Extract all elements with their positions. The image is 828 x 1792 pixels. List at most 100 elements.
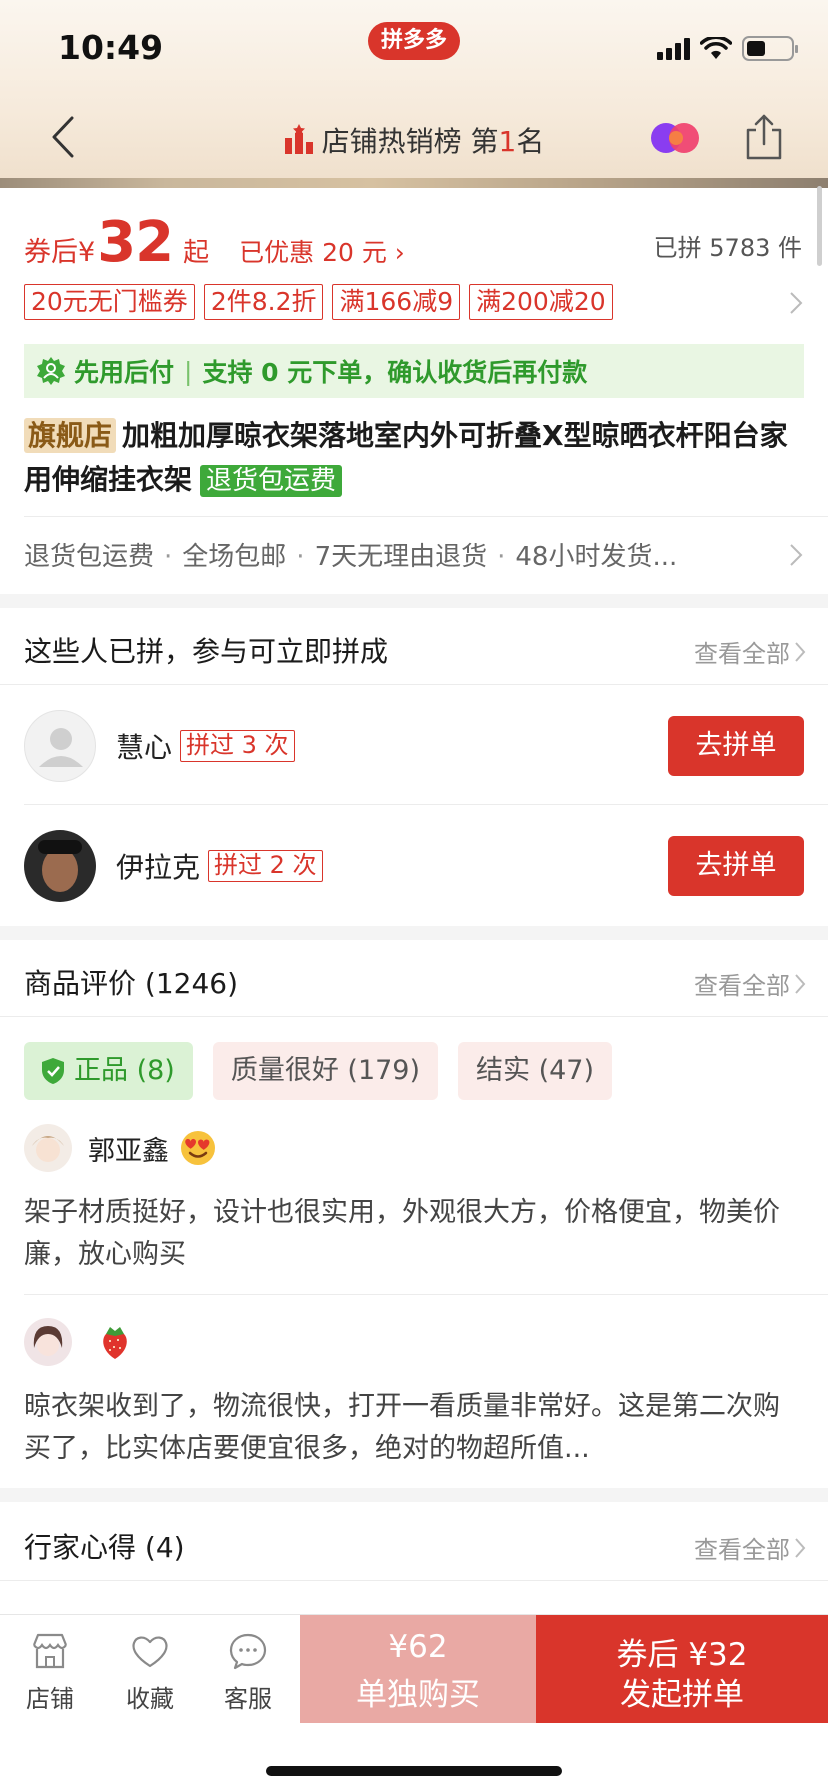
divider — [0, 1016, 828, 1017]
chevron-right-icon — [795, 1537, 806, 1558]
ranking-icon — [284, 124, 313, 154]
avatar — [24, 830, 96, 902]
avatar — [24, 1124, 72, 1172]
shop-button[interactable]: 店铺 — [2, 1615, 98, 1723]
reviewer — [24, 1318, 132, 1366]
review-tag[interactable]: 结实 (47) — [458, 1042, 613, 1100]
member-name: 慧心 — [116, 731, 173, 764]
divider — [0, 684, 828, 685]
strawberry-emoji-icon — [103, 1327, 127, 1359]
section-gap — [0, 594, 828, 608]
store-ranking-title[interactable]: 店铺热销榜 第1名 — [0, 120, 828, 160]
app-badge: 拼多多 — [368, 22, 460, 60]
member-times-badge: 拼过 3 次 — [180, 730, 295, 762]
ranking-prefix: 店铺热销榜 第 — [321, 125, 499, 158]
review-tag-genuine[interactable]: 正品 (8) — [24, 1042, 193, 1100]
service-guarantees[interactable]: 退货包运费 · 全场包邮 · 7天无理由退货 · 48小时发货... — [24, 536, 677, 573]
home-indicator[interactable] — [266, 1766, 562, 1776]
price-prefix: 券后 — [24, 237, 78, 268]
battery-icon — [742, 36, 798, 61]
expert-tips-title: 行家心得 (4) — [24, 1531, 185, 1564]
flagship-store-tag: 旗舰店 — [24, 418, 117, 453]
review-tag[interactable]: 质量很好 (179) — [212, 1042, 439, 1100]
price-row: 券后 ¥ 32 起 已优惠 20 元 › — [24, 210, 405, 275]
start-group-buy-button[interactable]: 券后 ¥32 发起拼单 — [536, 1615, 828, 1723]
chevron-right-icon — [795, 973, 806, 994]
join-group-button[interactable]: 去拼单 — [668, 836, 804, 896]
cellular-signal-icon — [657, 37, 690, 60]
guarantee-item: 48小时发货... — [515, 542, 678, 572]
member-name: 伊拉克 — [116, 851, 201, 884]
favorite-label: 收藏 — [126, 1685, 174, 1713]
group-buy-see-all[interactable]: 查看全部 — [694, 634, 806, 669]
pay-later-badge-icon — [37, 357, 65, 385]
pay-later-label: 先用后付 — [74, 358, 175, 387]
single-price: ¥62 — [388, 1629, 448, 1665]
discount-link[interactable]: 已优惠 20 元 › — [239, 233, 405, 269]
divider — [24, 1294, 828, 1295]
see-all-label: 查看全部 — [694, 972, 790, 1000]
chevron-right-icon — [795, 641, 806, 662]
customer-service-label: 客服 — [224, 1685, 272, 1713]
group-member-row: 伊拉克 拼过 2 次 去拼单 — [24, 830, 804, 902]
coupon-tag[interactable]: 20元无门槛券 — [24, 284, 195, 320]
review-tags: 正品 (8) 质量很好 (179) 结实 (47) — [24, 1042, 613, 1100]
group-member-row: 慧心 拼过 3 次 去拼单 — [24, 710, 804, 782]
section-gap — [0, 926, 828, 940]
guarantee-item: 退货包运费 — [24, 542, 155, 572]
free-return-tag: 退货包运费 — [200, 465, 343, 497]
buy-alone-button[interactable]: ¥62 单独购买 — [300, 1615, 536, 1723]
single-buy-label: 单独购买 — [356, 1677, 480, 1713]
coupon-tag[interactable]: 2件8.2折 — [203, 284, 324, 320]
chevron-right-icon[interactable] — [788, 290, 804, 316]
see-all-label: 查看全部 — [694, 640, 790, 668]
sold-count: 已拼 5783 件 — [653, 234, 802, 262]
coupon-tag[interactable]: 满166减9 — [332, 284, 461, 320]
ranking-number: 1 — [498, 125, 517, 158]
ranking-suffix: 名 — [516, 125, 545, 158]
member-times-badge: 拼过 2 次 — [208, 850, 323, 882]
coupon-row[interactable]: 20元无门槛券 2件8.2折 满166减9 满200减20 — [24, 284, 613, 320]
store-icon — [32, 1633, 68, 1669]
customer-service-button[interactable]: 客服 — [200, 1615, 296, 1723]
reviewer-name: 郭亚鑫 — [88, 1135, 169, 1167]
wifi-icon — [700, 36, 732, 59]
pay-later-desc: 支持 0 元下单，确认收货后再付款 — [202, 358, 588, 387]
expert-tips-see-all[interactable]: 查看全部 — [694, 1530, 806, 1565]
reviews-title: 商品评价 (1246) — [24, 967, 239, 1000]
section-gap — [0, 1488, 828, 1502]
divider — [24, 804, 828, 805]
divider — [24, 516, 828, 517]
group-price: 券后 ¥32 — [616, 1637, 748, 1673]
see-all-label: 查看全部 — [694, 1536, 790, 1564]
group-buy-label: 发起拼单 — [620, 1677, 744, 1713]
chevron-right-icon[interactable] — [788, 542, 804, 568]
moments-icon[interactable] — [650, 122, 702, 154]
product-image-edge — [0, 178, 828, 188]
price-amount: 32 — [97, 210, 174, 275]
heart-eyes-emoji-icon — [181, 1131, 215, 1165]
price-currency: ¥ — [78, 237, 96, 268]
reviewer: 郭亚鑫 — [24, 1124, 217, 1172]
guarantee-item: 7天无理由退货 — [314, 542, 488, 572]
join-group-button[interactable]: 去拼单 — [668, 716, 804, 776]
status-icons — [657, 36, 798, 61]
coupon-tag[interactable]: 满200减20 — [469, 284, 613, 320]
reviews-see-all[interactable]: 查看全部 — [694, 966, 806, 1001]
review-text: 架子材质挺好，设计也很实用，外观很大方，价格便宜，物美价廉，放心购买 — [24, 1197, 780, 1270]
shop-label: 店铺 — [26, 1685, 74, 1713]
share-icon[interactable] — [742, 112, 786, 162]
heart-icon — [132, 1636, 168, 1668]
review-tag-label: 正品 (8) — [74, 1055, 175, 1086]
divider — [0, 1580, 828, 1581]
price-suffix: 起 — [183, 238, 210, 268]
shield-check-icon — [42, 1058, 64, 1084]
product-title-text: 加粗加厚晾衣架落地室内外可折叠X型晾晒衣杆阳台家用伸缩挂衣架 — [24, 419, 788, 496]
product-title: 旗舰店 加粗加厚晾衣架落地室内外可折叠X型晾晒衣杆阳台家用伸缩挂衣架 退货包运费 — [24, 414, 804, 503]
bottom-action-bar: 店铺 收藏 客服 ¥62 单独购买 券后 ¥32 发起拼单 — [0, 1614, 828, 1723]
separator: | — [184, 356, 193, 386]
status-time: 10:49 — [58, 28, 164, 67]
favorite-button[interactable]: 收藏 — [102, 1615, 198, 1723]
pay-later-banner[interactable]: 先用后付 | 支持 0 元下单，确认收货后再付款 — [24, 344, 804, 398]
group-buy-title: 这些人已拼，参与可立即拼成 — [24, 635, 389, 668]
